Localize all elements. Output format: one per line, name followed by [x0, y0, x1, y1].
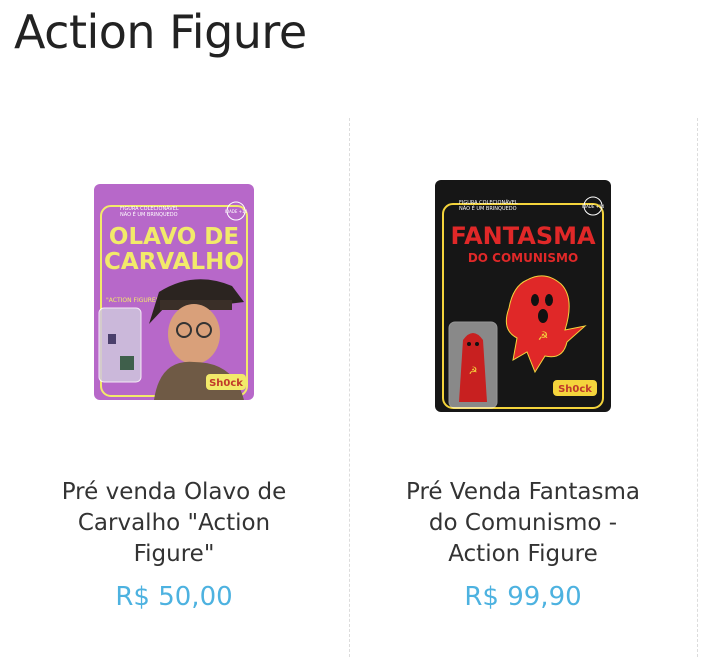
hammer-sickle-icon: ☭ [469, 366, 478, 377]
product-price: R$ 50,00 [115, 582, 233, 612]
product-card[interactable]: FIGURA COLECIONÁVEL NÃO É UM BRINQUEDO I… [349, 118, 697, 657]
brand-text: Sh0ck [209, 378, 243, 389]
product-card[interactable]: FIGURA COLECIONÁVEL NÃO É UM BRINQUEDO I… [0, 118, 348, 657]
accessory-icon [108, 334, 116, 344]
age-badge-text: IDADE +14 [225, 209, 248, 214]
product-image[interactable]: FIGURA COLECIONÁVEL NÃO É UM BRINQUEDO I… [94, 184, 254, 400]
grid-divider [697, 118, 698, 657]
package-subtitle: "ACTION FIGURE" [106, 297, 159, 304]
product-grid: FIGURA COLECIONÁVEL NÃO É UM BRINQUEDO I… [0, 118, 703, 657]
product-name[interactable]: Pré venda Olavo de Carvalho "Action Figu… [0, 477, 348, 570]
product-price: R$ 99,90 [464, 582, 582, 612]
age-badge-text: IDADE +14 [582, 204, 605, 209]
package-title-line-1: FANTASMA [450, 222, 596, 250]
product-name[interactable]: Pré Venda Fantasma do Comunismo - Action… [349, 477, 697, 570]
hammer-sickle-icon: ☭ [538, 329, 549, 343]
package-top-label: FIGURA COLECIONÁVEL [120, 205, 179, 212]
package-top-label: FIGURA COLECIONÁVEL [459, 199, 518, 206]
ghost-mouth [538, 309, 548, 323]
blister-window [98, 307, 142, 383]
product-image[interactable]: FIGURA COLECIONÁVEL NÃO É UM BRINQUEDO I… [435, 180, 611, 412]
figure-eye [475, 342, 479, 346]
page-title: Action Figure [14, 5, 307, 59]
package-title-line-2: DO COMUNISMO [468, 251, 578, 265]
ghost-eye [545, 294, 553, 306]
package-title-line-1: OLAVO DE [109, 224, 239, 250]
figure-eye [467, 342, 471, 346]
package-title-line-2: CARVALHO [104, 249, 244, 275]
package-top-label-2: NÃO É UM BRINQUEDO [459, 204, 517, 212]
package-top-label-2: NÃO É UM BRINQUEDO [120, 210, 178, 218]
ghost-eye [531, 294, 539, 306]
accessory-icon [120, 356, 134, 370]
brand-text: Sh0ck [558, 384, 592, 395]
face-shape [168, 304, 220, 364]
